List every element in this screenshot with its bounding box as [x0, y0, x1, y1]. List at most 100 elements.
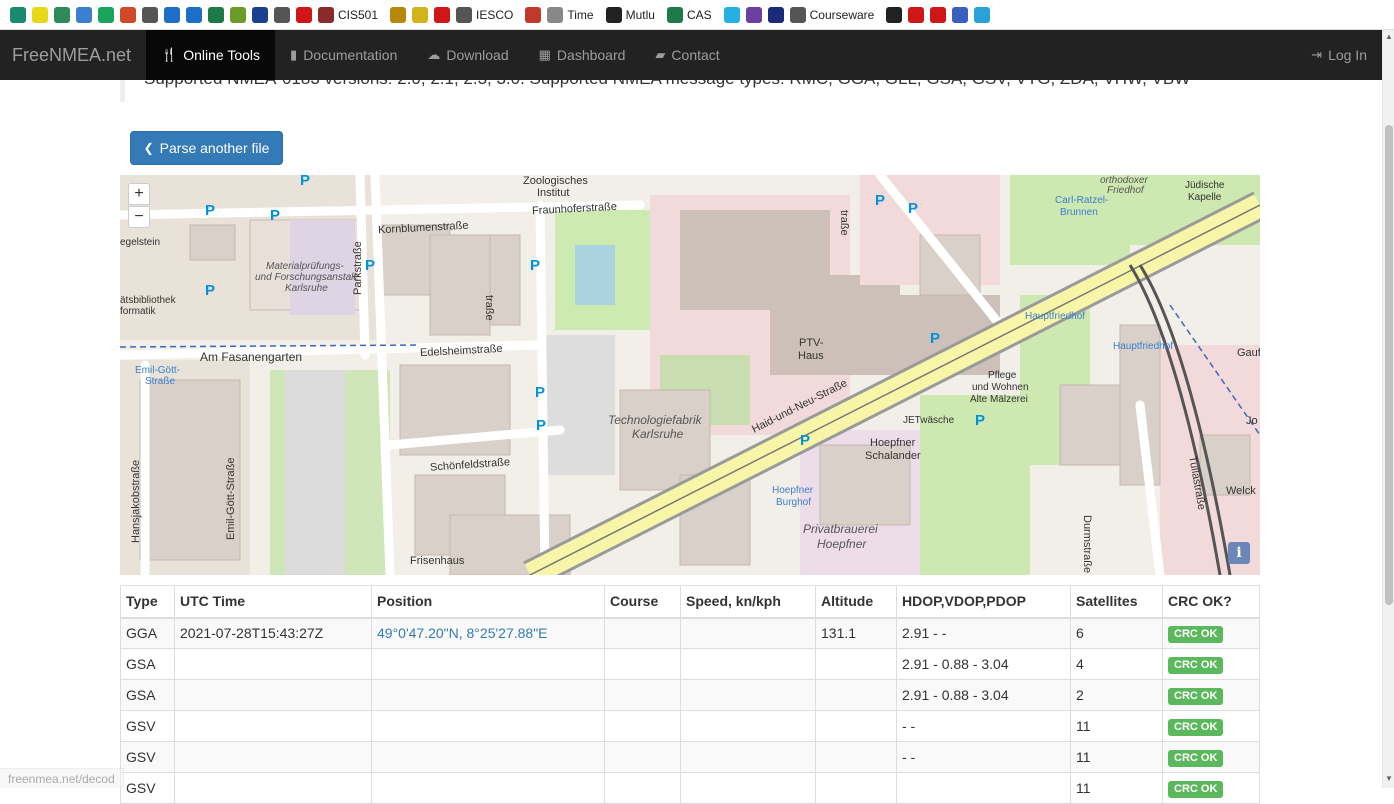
stripes-icon [208, 6, 224, 23]
scroll-thumb[interactable] [1385, 125, 1393, 605]
nav-download[interactable]: ☁ Download [412, 30, 523, 80]
bookmark-item[interactable] [164, 4, 180, 26]
nav-dashboard[interactable]: ▦ Dashboard [524, 30, 641, 80]
nav-label: Download [446, 47, 509, 63]
bookmark-item[interactable] [886, 4, 903, 26]
bookmark-item[interactable] [974, 4, 991, 26]
map-label: Emil-Gött- [135, 365, 180, 376]
cell-crc: CRC OK [1162, 741, 1260, 773]
cell-type: GSV [120, 741, 175, 773]
cell-speed [680, 772, 816, 804]
bookmark-item[interactable] [10, 4, 26, 26]
bookmark-item[interactable] [120, 4, 136, 26]
diamond-icon [10, 6, 26, 23]
map-label: PTV- [799, 337, 824, 349]
header-speed: Speed, kn/kph [680, 585, 816, 619]
bookmark-item[interactable] [767, 4, 784, 26]
map-info-button[interactable]: i [1228, 542, 1250, 564]
map-label: Materialprüfungs- [266, 261, 344, 272]
login-link[interactable]: ⇥ Log In [1296, 30, 1382, 80]
bookmark-item[interactable] [230, 4, 246, 26]
bookmark-item[interactable] [390, 4, 407, 26]
page-scrollbar[interactable]: ▲ ▼ [1382, 30, 1394, 788]
bookmark-label: IESCO [476, 7, 514, 22]
bookmark-item[interactable] [745, 4, 762, 26]
cell-course [604, 741, 681, 773]
bookmark-item[interactable] [723, 4, 740, 26]
map-label: Karlsruhe [285, 283, 328, 294]
dots-icon [547, 6, 564, 23]
cell-altitude [815, 772, 897, 804]
bookmark-item[interactable]: Mutlu [605, 4, 661, 26]
nav-label: Dashboard [556, 47, 626, 63]
doc-icon [274, 6, 290, 23]
map-label: Privatbrauerei [803, 522, 878, 536]
scroll-up-arrow[interactable]: ▲ [1383, 32, 1394, 44]
map-label: Technologiefabrik [608, 413, 702, 427]
map-label: Fraunhoferstraße [531, 200, 618, 218]
bookmark-item[interactable] [32, 4, 48, 26]
bookmark-item[interactable]: CIS501 [318, 4, 384, 26]
bookmark-item[interactable] [434, 4, 451, 26]
w-icon [723, 6, 740, 23]
nav-online-tools[interactable]: 🍴 Online Tools [146, 30, 276, 80]
cell-course [604, 679, 681, 711]
bookmark-item[interactable] [412, 4, 429, 26]
map-label: und Wohnen [972, 382, 1029, 393]
map-label: Carl-Ratzel- [1055, 195, 1109, 206]
cell-speed [680, 679, 816, 711]
table-row: GSV - - 11 CRC OK [120, 741, 1260, 773]
bookmarks-bar: CIS501 IESCO Time Mutlu CAS Courseware [0, 0, 1394, 30]
zoom-out-button[interactable]: − [128, 206, 150, 228]
bookmark-item[interactable] [142, 4, 158, 26]
nav-documentation[interactable]: ▮ Documentation [275, 30, 412, 80]
brand-link[interactable]: FreeNMEA.net [0, 30, 146, 80]
map-label: egelstein [120, 237, 161, 248]
bookmark-item[interactable]: CAS [666, 4, 718, 26]
zoom-in-button[interactable]: + [128, 183, 150, 205]
bookmark-item[interactable] [208, 4, 224, 26]
bookmark-item[interactable] [252, 4, 268, 26]
bookmark-item[interactable] [54, 4, 70, 26]
bookmark-item[interactable] [98, 4, 114, 26]
blockquote-border [120, 80, 125, 102]
map-label: ätsbibliothek [120, 295, 176, 306]
scroll-down-arrow[interactable]: ▼ [1383, 774, 1394, 786]
cell-position [371, 772, 605, 804]
position-link[interactable]: 49°0'47.20"N, 8°25'27.88"E [377, 625, 548, 641]
header-utc-time: UTC Time [174, 585, 372, 619]
bookmark-item[interactable]: Time [547, 4, 599, 26]
cell-dop: - - [896, 741, 1071, 773]
pen-icon [908, 6, 925, 23]
bookmark-item[interactable] [274, 4, 290, 26]
bookmark-item[interactable] [186, 4, 202, 26]
map-label: Schalander [865, 450, 921, 462]
cell-course [604, 617, 681, 649]
log-in-icon: ⇥ [1311, 47, 1323, 62]
cell-satellites: 6 [1070, 617, 1163, 649]
table-row: GSA 2.91 - 0.88 - 3.04 2 CRC OK [120, 679, 1260, 711]
crc-ok-badge: CRC OK [1168, 718, 1224, 736]
map-view[interactable]: PPP PPP PPP PPP P Zoologisches Institut … [120, 175, 1260, 575]
cell-crc: CRC OK [1162, 648, 1260, 680]
bookmark-item[interactable] [76, 4, 92, 26]
bookmark-label: CIS501 [338, 7, 379, 22]
nav-contact[interactable]: ▰ Contact [640, 30, 734, 80]
bookmark-item[interactable] [296, 4, 312, 26]
parse-button-label: Parse another file [159, 140, 270, 156]
cell-speed [680, 617, 816, 649]
cell-dop: 2.91 - - [896, 617, 1071, 649]
bookmark-item[interactable] [952, 4, 969, 26]
bookmark-item[interactable] [930, 4, 947, 26]
bookmark-item[interactable] [525, 4, 542, 26]
map-label: Friedhof [1107, 185, 1144, 196]
cell-speed [680, 710, 816, 742]
parse-another-file-button[interactable]: ❮ Parse another file [130, 131, 283, 165]
target-icon [98, 6, 114, 23]
bookmark-item[interactable] [908, 4, 925, 26]
cell-utc [174, 648, 372, 680]
bookmark-item[interactable]: Courseware [789, 4, 881, 26]
cell-speed [680, 648, 816, 680]
bookmark-item[interactable]: IESCO [456, 4, 519, 26]
header-crc: CRC OK? [1162, 585, 1260, 619]
